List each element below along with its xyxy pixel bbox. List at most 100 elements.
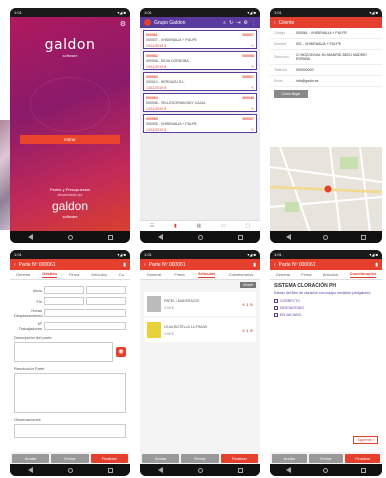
- option-item[interactable]: EN VACIADO: [274, 312, 378, 317]
- list-item[interactable]: 000061 000007 000007 - VHIDENALIA + PULPE 1…: [143, 30, 257, 49]
- enviar-button[interactable]: Enviar: [181, 453, 219, 463]
- back-arrow-icon[interactable]: ‹: [274, 262, 276, 268]
- back-icon[interactable]: [157, 234, 163, 240]
- list-item[interactable]: 000064 000046 000046 - VELLEGORIAN BOY CAJ…: [143, 93, 257, 112]
- tab-cu[interactable]: Cu: [119, 272, 124, 277]
- anular-button[interactable]: Anular: [272, 453, 307, 463]
- back-icon[interactable]: [157, 467, 163, 473]
- home-icon[interactable]: [67, 234, 73, 240]
- document-icon[interactable]: ▮: [174, 223, 177, 229]
- gear-icon[interactable]: ⚙: [120, 20, 126, 28]
- back-icon[interactable]: [286, 467, 292, 473]
- plus-icon[interactable]: ⊕: [249, 328, 253, 333]
- tab-firma[interactable]: Firma: [69, 272, 79, 277]
- description-field[interactable]: [14, 342, 113, 362]
- card-footer-row: 13/11/2019 8 ✎: [146, 65, 254, 69]
- article-item[interactable]: LEJIA BOTELLA 1L/TRANS 0.00 € ⊖ 1 ⊕: [144, 318, 256, 342]
- enviar-button[interactable]: Enviar: [51, 453, 89, 463]
- list-item[interactable]: 000063 000007 000010 - HERGAZU S.L. 13/11/2…: [143, 72, 257, 91]
- recents-icon[interactable]: [237, 467, 243, 473]
- finalizar-button[interactable]: Finalizar: [220, 453, 258, 463]
- back-icon[interactable]: [27, 234, 33, 240]
- list-icon[interactable]: ☰: [150, 223, 154, 229]
- list-item[interactable]: 000062 000008 000008 - SILVA CORDOBA 13/11/…: [143, 51, 257, 70]
- login-button[interactable]: entrar: [20, 135, 120, 144]
- client-row-value: 000061 - VHIDENALIA + PULPE: [296, 31, 347, 35]
- checkbox[interactable]: [274, 305, 278, 310]
- recents-icon[interactable]: [360, 467, 366, 473]
- client-screen: ‹ Cliente Código 000061 - VHIDENALIA + PUL…: [270, 17, 382, 231]
- anular-button[interactable]: Anular: [142, 453, 180, 463]
- search-icon[interactable]: ⌕: [223, 20, 226, 26]
- checkbox[interactable]: [274, 312, 278, 317]
- home-icon[interactable]: [323, 234, 329, 240]
- client-row-value: info@galdn.es: [296, 79, 319, 83]
- quantity-stepper[interactable]: ⊖ 1 ⊕: [242, 302, 253, 307]
- next-button[interactable]: Siguiente ›: [353, 436, 378, 444]
- map-view[interactable]: [270, 146, 382, 231]
- desplazamiento-field[interactable]: [44, 309, 126, 317]
- tab-general[interactable]: General: [16, 272, 30, 277]
- menu-icon[interactable]: ▢: [245, 223, 250, 229]
- directions-button[interactable]: Cómo llegar: [274, 90, 308, 98]
- fin-time-field[interactable]: [86, 297, 126, 305]
- client-row-label: Nombre: [274, 42, 287, 46]
- home-icon[interactable]: [323, 467, 329, 473]
- article-item[interactable]: PAPEL / MADERA2CE 0.00 € ⊖ 1 ⊕: [144, 292, 256, 316]
- recents-icon[interactable]: [107, 234, 113, 240]
- fin-field[interactable]: [44, 297, 84, 305]
- trabajadores-field[interactable]: [44, 322, 126, 330]
- list-item[interactable]: 000065 000007 000005 - VHIDENALIA + PULPE 1…: [143, 114, 257, 133]
- enviar-button[interactable]: Enviar: [308, 453, 344, 463]
- camera-icon[interactable]: ◉: [116, 347, 126, 357]
- delete-icon[interactable]: ▮: [123, 262, 126, 268]
- checkbox[interactable]: [274, 298, 278, 303]
- option-item[interactable]: CORRECTO: [274, 298, 378, 303]
- inicio-field[interactable]: [44, 286, 84, 294]
- card-id: 000061: [146, 33, 158, 37]
- recents-icon[interactable]: [237, 234, 243, 240]
- tab-cuestionarios[interactable]: Cuestionarios: [349, 271, 377, 278]
- more-icon[interactable]: ⋮: [251, 20, 256, 26]
- home-icon[interactable]: [67, 467, 73, 473]
- tab-cuestionarios[interactable]: Cuestionarios: [229, 272, 253, 277]
- tab-general[interactable]: General: [147, 272, 161, 277]
- tab-artículos[interactable]: Artículos: [323, 272, 339, 277]
- back-icon[interactable]: [286, 234, 292, 240]
- back-arrow-icon[interactable]: ‹: [274, 20, 276, 26]
- recents-icon[interactable]: [107, 467, 113, 473]
- tab-firma[interactable]: Firma: [174, 272, 184, 277]
- delete-icon[interactable]: ▮: [375, 262, 378, 268]
- back-arrow-icon[interactable]: ‹: [144, 262, 146, 268]
- parte-tabs: General Gestión Firma Artículos Cu: [10, 270, 130, 280]
- home-icon[interactable]: [197, 467, 203, 473]
- recents-icon[interactable]: [360, 234, 366, 240]
- refresh-icon[interactable]: ↻: [229, 20, 233, 26]
- resolution-field[interactable]: [14, 373, 126, 413]
- tab-general[interactable]: General: [276, 272, 290, 277]
- inicio-time-field[interactable]: [86, 286, 126, 294]
- logout-icon[interactable]: ⇥: [236, 20, 240, 26]
- finalizar-button[interactable]: Finalizar: [90, 453, 128, 463]
- finalizar-button[interactable]: Finalizar: [345, 453, 381, 463]
- tab-firma[interactable]: Firma: [301, 272, 311, 277]
- observations-field[interactable]: [14, 424, 126, 438]
- folder-icon[interactable]: ▭: [221, 223, 226, 229]
- tab-artículos[interactable]: Artículos: [91, 272, 107, 277]
- tab-gestión[interactable]: Gestión: [42, 271, 58, 278]
- add-article-button[interactable]: Añadir: [239, 282, 256, 288]
- brand-sub: software: [62, 53, 78, 58]
- back-arrow-icon[interactable]: ‹: [14, 262, 16, 268]
- back-icon[interactable]: [27, 467, 33, 473]
- anular-button[interactable]: Anular: [12, 453, 50, 463]
- tab-artículos[interactable]: Artículos: [198, 271, 216, 278]
- gear-icon[interactable]: ⚙: [244, 20, 248, 26]
- calendar-icon[interactable]: ▦: [197, 223, 202, 229]
- home-icon[interactable]: [197, 234, 203, 240]
- option-item[interactable]: DESGASTADO: [274, 305, 378, 310]
- delete-icon[interactable]: ▮: [253, 262, 256, 268]
- plus-icon[interactable]: ⊕: [249, 302, 253, 307]
- description-label: Descripción del parte: [14, 335, 52, 340]
- quantity-stepper[interactable]: ⊖ 1 ⊕: [242, 328, 253, 333]
- status-time: 1:01: [14, 10, 22, 15]
